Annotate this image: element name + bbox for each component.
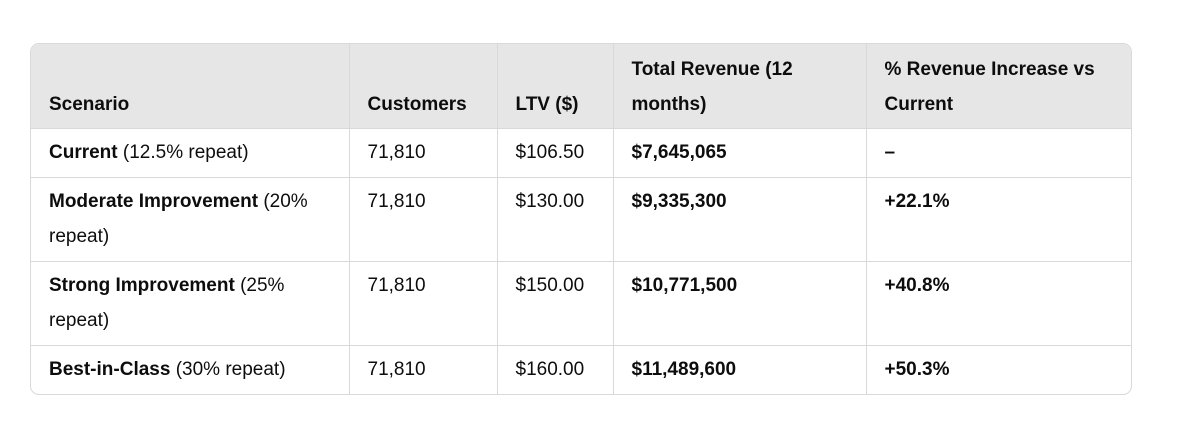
total-revenue-cell: $7,645,065 — [612, 128, 866, 178]
table-row: Moderate Improvement (20% repeat) 71,810… — [31, 177, 1131, 262]
scenario-cell: Strong Improvement (25% repeat) — [31, 261, 349, 346]
scenario-detail: (12.5% repeat) — [117, 142, 249, 163]
pct-increase-cell: – — [865, 128, 1131, 178]
header-pct-increase: % Revenue Increase vs Current — [865, 44, 1131, 129]
table-header: Scenario Customers LTV ($) Total Revenue… — [31, 44, 1131, 129]
customers-cell: 71,810 — [348, 345, 497, 394]
scenario-name: Current — [49, 142, 118, 163]
customers-cell: 71,810 — [348, 261, 497, 346]
scenario-name: Moderate Improvement — [49, 191, 259, 212]
customers-cell: 71,810 — [348, 128, 497, 178]
ltv-cell: $160.00 — [496, 345, 613, 394]
pct-increase-cell: +50.3% — [865, 345, 1131, 394]
total-revenue-cell: $11,489,600 — [612, 345, 866, 394]
scenario-cell: Current (12.5% repeat) — [31, 128, 349, 178]
scenarios-table: Scenario Customers LTV ($) Total Revenue… — [31, 44, 1131, 395]
scenario-cell: Moderate Improvement (20% repeat) — [31, 177, 349, 262]
header-row: Scenario Customers LTV ($) Total Revenue… — [31, 44, 1131, 129]
total-revenue-cell: $9,335,300 — [612, 177, 866, 262]
scenario-cell: Best-in-Class (30% repeat) — [31, 346, 349, 395]
ltv-cell: $130.00 — [496, 177, 613, 262]
table-row: Best-in-Class (30% repeat) 71,810 $160.0… — [31, 345, 1131, 395]
total-revenue-cell: $10,771,500 — [612, 261, 866, 346]
header-ltv: LTV ($) — [496, 44, 613, 129]
scenario-name: Best-in-Class — [49, 359, 171, 380]
customers-cell: 71,810 — [348, 177, 497, 262]
revenue-scenarios-table: Scenario Customers LTV ($) Total Revenue… — [30, 43, 1132, 395]
header-total-revenue: Total Revenue (12 months) — [612, 44, 866, 129]
ltv-cell: $106.50 — [496, 128, 613, 178]
ltv-cell: $150.00 — [496, 261, 613, 346]
table-row: Strong Improvement (25% repeat) 71,810 $… — [31, 261, 1131, 346]
scenario-name: Strong Improvement — [49, 275, 235, 296]
table-body: Current (12.5% repeat) 71,810 $106.50 $7… — [31, 128, 1131, 395]
table-row: Current (12.5% repeat) 71,810 $106.50 $7… — [31, 128, 1131, 178]
pct-increase-cell: +40.8% — [865, 261, 1131, 346]
header-customers: Customers — [348, 44, 497, 129]
pct-increase-cell: +22.1% — [865, 177, 1131, 262]
scenario-detail: (30% repeat) — [170, 359, 286, 380]
header-scenario: Scenario — [31, 44, 349, 129]
